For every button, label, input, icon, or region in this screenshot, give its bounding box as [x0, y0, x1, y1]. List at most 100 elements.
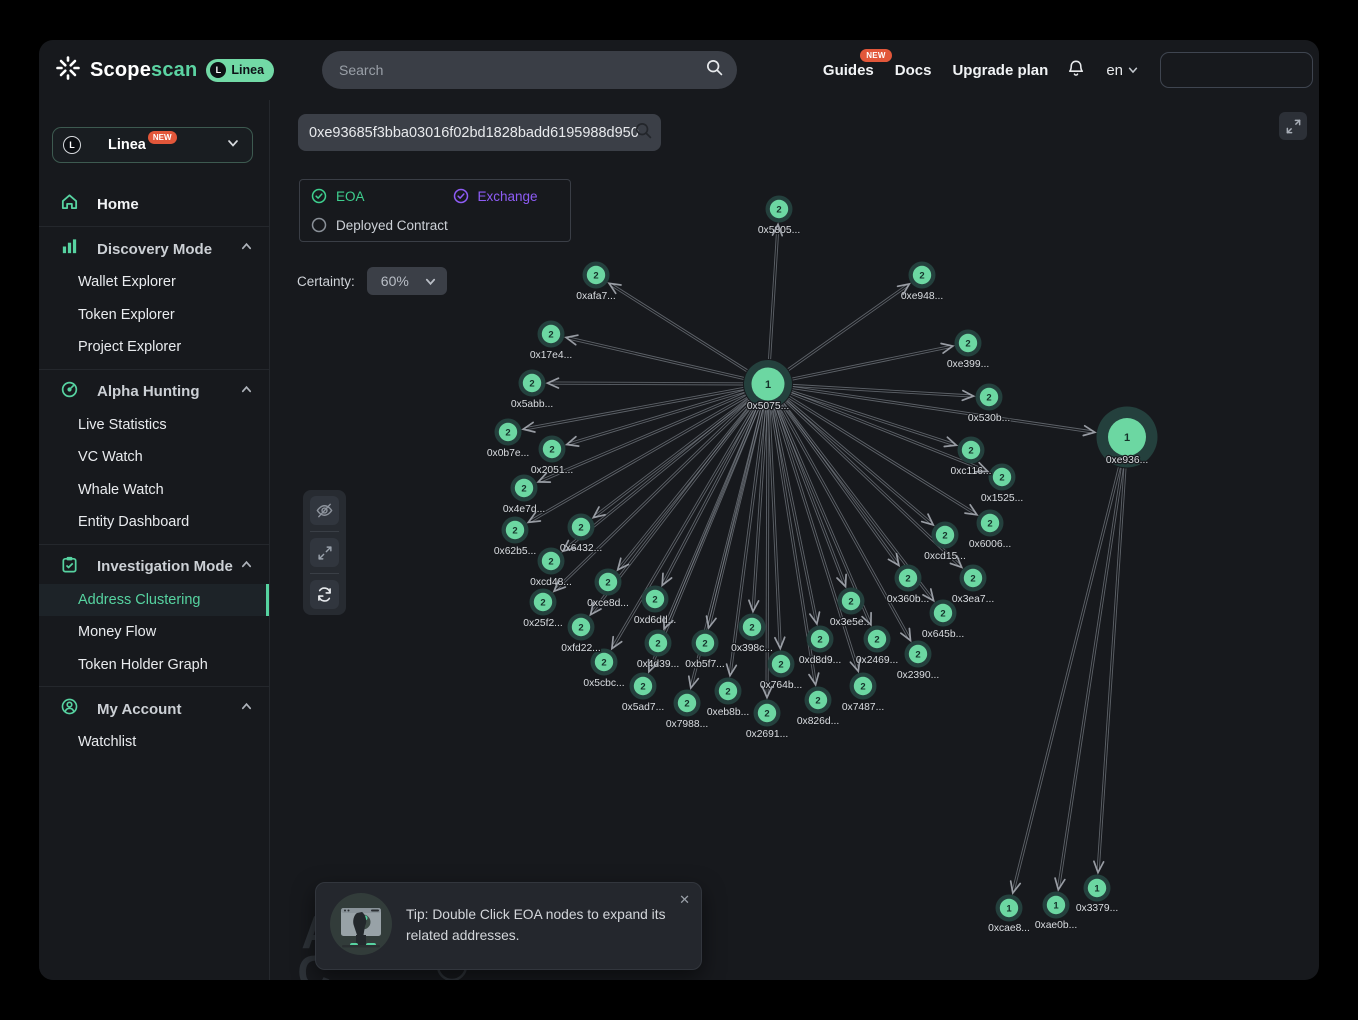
graph-node[interactable]: 2: [519, 370, 546, 397]
graph-node[interactable]: 2: [595, 569, 622, 596]
graph-labels: 0x5075...0xe936...0x5805...0xafa7...0xe9…: [487, 225, 1148, 934]
address-search-icon[interactable]: [634, 121, 653, 145]
sidebar-item-token-holder-graph[interactable]: Token Holder Graph: [39, 649, 269, 682]
graph-edges: [525, 226, 1126, 891]
graph-node[interactable]: 2: [838, 588, 865, 615]
fullscreen-button[interactable]: [1279, 112, 1307, 140]
node-address-label: 0xe399...: [947, 359, 989, 370]
sidebar-item-vc-watch[interactable]: VC Watch: [39, 441, 269, 474]
chevron-up-icon[interactable]: [240, 240, 253, 258]
svg-text:2: 2: [919, 270, 924, 281]
graph-node[interactable]: 2: [674, 690, 701, 717]
close-icon[interactable]: ✕: [679, 892, 690, 908]
graph-node[interactable]: 2: [905, 641, 932, 668]
sidebar-item-home[interactable]: Home: [39, 187, 269, 221]
node-address-label: 0x398c...: [731, 643, 773, 654]
sidebar-item-discovery-mode[interactable]: Discovery Mode: [39, 232, 269, 266]
logo[interactable]: Scopescan L Linea: [39, 55, 274, 86]
legend-row: EOA Exchange: [311, 188, 559, 204]
certainty-select[interactable]: 60%: [367, 267, 447, 295]
sidebar-item-entity-dashboard[interactable]: Entity Dashboard: [39, 506, 269, 539]
search-icon[interactable]: [705, 58, 724, 82]
svg-text:2: 2: [702, 638, 707, 649]
graph-node[interactable]: 1: [1043, 892, 1070, 919]
sidebar-item-money-flow[interactable]: Money Flow: [39, 616, 269, 649]
sidebar-item-wallet-explorer[interactable]: Wallet Explorer: [39, 266, 269, 299]
notifications-icon[interactable]: [1067, 59, 1085, 82]
nav-docs[interactable]: Docs: [895, 62, 932, 79]
node-address-label: 0xeb8b...: [707, 707, 749, 718]
graph-node[interactable]: 2: [715, 678, 742, 705]
graph-node[interactable]: 2: [850, 673, 877, 700]
edge-arrow-icon: [548, 378, 559, 388]
clipboard-icon: [60, 555, 79, 579]
chain-badge: L Linea: [206, 59, 274, 82]
legend-item-deployed-contract[interactable]: Deployed Contract: [311, 217, 448, 233]
sidebar-item-investigation-mode[interactable]: Investigation Mode: [39, 550, 269, 584]
address-search: [298, 114, 661, 151]
graph-node[interactable]: 2: [568, 514, 595, 541]
wallet-connect-button[interactable]: [1160, 52, 1313, 88]
graph-node[interactable]: 2: [502, 517, 529, 544]
nav-guides[interactable]: GuidesNEW: [823, 62, 874, 79]
graph-node[interactable]: 2: [642, 586, 669, 613]
graph-node[interactable]: 2: [768, 651, 795, 678]
sidebar-item-project-explorer[interactable]: Project Explorer: [39, 331, 269, 364]
graph-node[interactable]: 2: [977, 510, 1004, 537]
graph-node[interactable]: 2: [960, 565, 987, 592]
sidebar-item-address-clustering[interactable]: Address Clustering: [39, 584, 269, 617]
svg-text:2: 2: [749, 622, 754, 633]
node-address-label: 0xcae8...: [988, 923, 1030, 934]
graph-node[interactable]: 2: [909, 262, 936, 289]
node-address-label: 0x5abb...: [511, 399, 553, 410]
sidebar-item-whale-watch[interactable]: Whale Watch: [39, 474, 269, 507]
graph-node[interactable]: 2: [511, 475, 538, 502]
graph-node[interactable]: 2: [530, 589, 557, 616]
graph-node[interactable]: 2: [583, 262, 610, 289]
graph-node[interactable]: 2: [805, 687, 832, 714]
graph-node[interactable]: 2: [955, 330, 982, 357]
graph-node[interactable]: 2: [989, 464, 1016, 491]
hide-labels-button[interactable]: [310, 496, 339, 525]
graph-node[interactable]: 2: [754, 700, 781, 727]
graph-node[interactable]: 1: [1084, 875, 1111, 902]
graph-node[interactable]: 2: [568, 614, 595, 641]
graph-node[interactable]: 2: [645, 630, 672, 657]
sidebar-item-alpha-hunting[interactable]: Alpha Hunting: [39, 375, 269, 409]
sidebar-item-my-account[interactable]: My Account: [39, 692, 269, 726]
legend-item-exchange[interactable]: Exchange: [453, 188, 538, 204]
graph-nodes: 1122222222222222222222222222222222222222…: [495, 196, 1158, 922]
legend-item-eoa[interactable]: EOA: [311, 188, 365, 204]
address-input[interactable]: [298, 125, 660, 141]
graph-node[interactable]: 1: [996, 895, 1023, 922]
expand-graph-button[interactable]: [310, 538, 339, 567]
graph-node[interactable]: 2: [976, 384, 1003, 411]
graph-node[interactable]: 2: [495, 419, 522, 446]
graph-node[interactable]: 2: [630, 673, 657, 700]
chevron-down-icon: [226, 136, 240, 155]
graph-node[interactable]: 2: [739, 614, 766, 641]
graph-node[interactable]: 2: [895, 565, 922, 592]
search-input[interactable]: [322, 62, 705, 78]
refresh-graph-button[interactable]: [310, 580, 339, 609]
graph-node[interactable]: 2: [807, 626, 834, 653]
node-address-label: 0xe936...: [1106, 455, 1148, 466]
sidebar-item-watchlist[interactable]: Watchlist: [39, 726, 269, 759]
graph-node[interactable]: 2: [539, 436, 566, 463]
sidebar-item-token-explorer[interactable]: Token Explorer: [39, 299, 269, 332]
svg-text:2: 2: [521, 483, 526, 494]
graph-node[interactable]: 2: [932, 522, 959, 549]
graph-node[interactable]: 2: [766, 196, 793, 223]
chevron-up-icon[interactable]: [240, 558, 253, 576]
graph-node[interactable]: 2: [538, 321, 565, 348]
graph-node[interactable]: 2: [864, 626, 891, 653]
network-select[interactable]: L Linea NEW: [52, 127, 253, 163]
graph-node[interactable]: 2: [692, 630, 719, 657]
graph-node[interactable]: 2: [958, 437, 985, 464]
chevron-up-icon[interactable]: [240, 700, 253, 718]
language-selector[interactable]: en: [1106, 62, 1139, 79]
sidebar-item-live-statistics[interactable]: Live Statistics: [39, 409, 269, 442]
node-address-label: 0x25f2...: [523, 618, 563, 629]
nav-upgrade-plan[interactable]: Upgrade plan: [952, 62, 1048, 79]
chevron-up-icon[interactable]: [240, 383, 253, 401]
